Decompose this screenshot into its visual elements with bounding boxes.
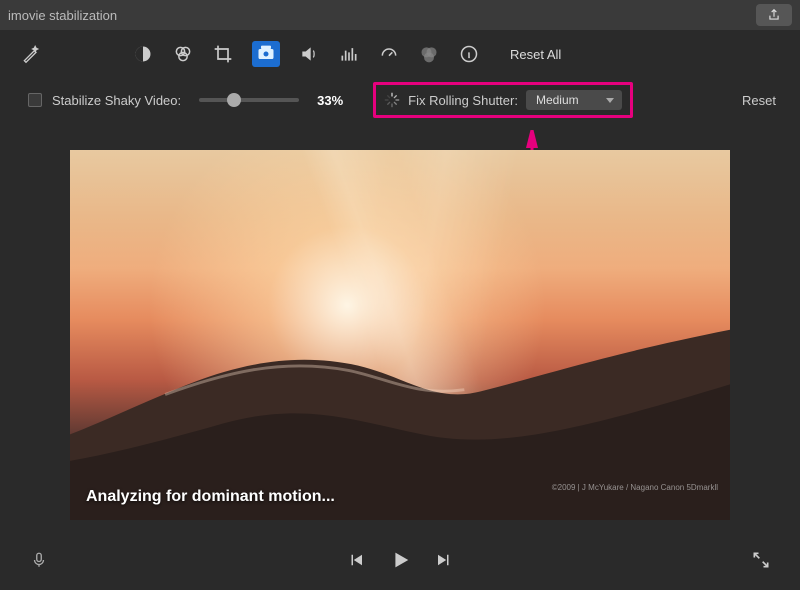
playback-bar (0, 530, 800, 590)
color-balance-icon[interactable] (132, 43, 154, 65)
fix-rolling-dropdown[interactable]: Medium (526, 90, 622, 110)
stabilization-icon[interactable] (252, 41, 280, 67)
window-title: imovie stabilization (8, 8, 117, 23)
color-correction-icon[interactable] (172, 43, 194, 65)
crop-icon[interactable] (212, 43, 234, 65)
spinner-icon (384, 92, 400, 108)
reset-all-button[interactable]: Reset All (510, 47, 561, 62)
fix-rolling-shutter-group: Fix Rolling Shutter: Medium (373, 82, 633, 118)
next-icon[interactable] (433, 549, 455, 571)
share-button[interactable] (756, 4, 792, 26)
image-watermark: ©2009 | J McYukare / Nagano Canon 5Dmark… (552, 483, 718, 492)
stabilization-controls: Stabilize Shaky Video: 33% Fix Rolling S… (0, 78, 800, 122)
play-icon[interactable] (389, 549, 411, 571)
stabilize-slider[interactable] (199, 98, 299, 102)
share-icon (767, 8, 781, 22)
color-filter-icon[interactable] (418, 43, 440, 65)
fullscreen-icon[interactable] (750, 549, 772, 571)
magic-wand-icon[interactable] (20, 43, 42, 65)
analyzing-status: Analyzing for dominant motion... (86, 488, 335, 506)
stabilize-label: Stabilize Shaky Video: (52, 93, 181, 108)
stabilize-checkbox[interactable] (28, 93, 42, 107)
stabilize-percent: 33% (317, 93, 363, 108)
video-preview: Analyzing for dominant motion... ©2009 |… (70, 150, 730, 520)
titlebar: imovie stabilization (0, 0, 800, 30)
inspector-toolbar: Reset All (0, 30, 800, 78)
inspector-icons (132, 41, 480, 67)
equalizer-icon[interactable] (338, 43, 360, 65)
playback-controls (345, 549, 455, 571)
volume-icon[interactable] (298, 43, 320, 65)
reset-button[interactable]: Reset (742, 93, 776, 108)
info-icon[interactable] (458, 43, 480, 65)
fix-rolling-label: Fix Rolling Shutter: (408, 93, 518, 108)
speed-icon[interactable] (378, 43, 400, 65)
slider-thumb[interactable] (227, 93, 241, 107)
fix-rolling-value: Medium (536, 93, 579, 107)
prev-icon[interactable] (345, 549, 367, 571)
voiceover-icon[interactable] (28, 549, 50, 571)
